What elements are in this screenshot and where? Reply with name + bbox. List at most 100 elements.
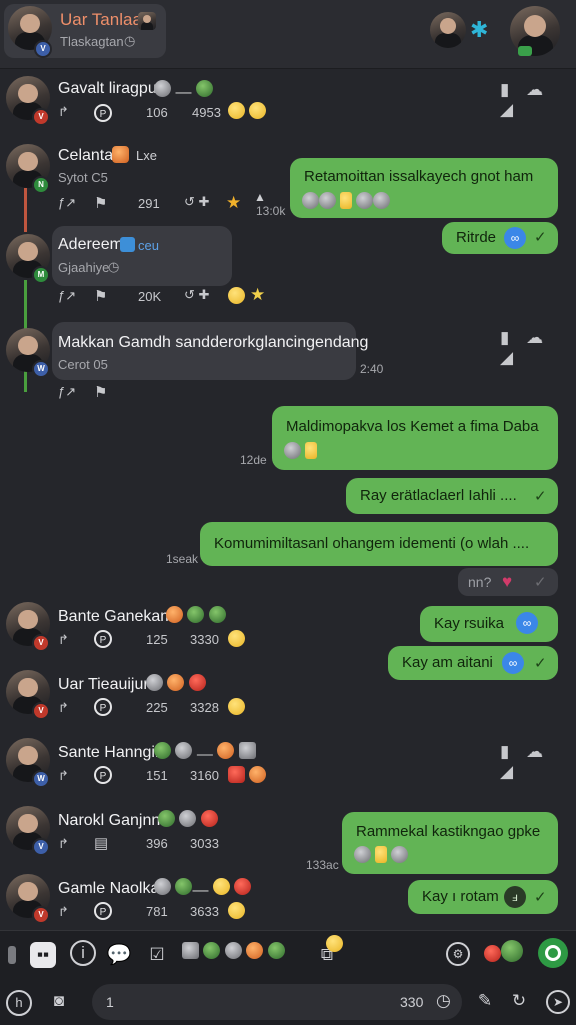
- forward-icon[interactable]: ↱: [58, 700, 69, 716]
- message-actions[interactable]: ▮ ☁ ◢: [500, 80, 576, 120]
- record-icon: [545, 945, 561, 961]
- reaction-emojis[interactable]: [228, 287, 245, 309]
- sender-name: Adereem: [58, 236, 123, 253]
- forward-icon[interactable]: ↱: [58, 632, 69, 648]
- reaction-actions[interactable]: ↺ ✚: [184, 287, 209, 303]
- outgoing-message[interactable]: Ritrde ∞ ✓: [442, 222, 558, 254]
- sender-name: Makkan Gamdh sandderorkglancingendang: [58, 334, 369, 351]
- forward-icon[interactable]: ↱: [58, 836, 69, 852]
- online-indicator: [518, 46, 532, 56]
- reaction-emojis[interactable]: [228, 698, 245, 720]
- message-time: 1seak: [166, 552, 199, 566]
- thread-line: [24, 188, 27, 232]
- forward-icon[interactable]: ↱: [58, 104, 69, 120]
- send-icon[interactable]: ➤: [546, 990, 570, 1014]
- reply-icon[interactable]: P: [94, 698, 112, 716]
- reaction-shortcut[interactable]: [484, 940, 523, 967]
- message-text: Maldimopakva los Kemet a fima Daba: [286, 418, 539, 435]
- drawer-handle[interactable]: [8, 946, 16, 964]
- wand-icon[interactable]: ✎: [472, 988, 498, 1014]
- outgoing-message[interactable]: Komumimiltasanl ohangem idementi (o wlah…: [200, 522, 558, 566]
- stat-count: 106: [146, 105, 168, 120]
- camera-icon[interactable]: ◙: [46, 988, 72, 1014]
- message-text: Rammekal kastikngao gpke: [356, 823, 541, 840]
- reply-icon[interactable]: ⚑: [94, 194, 107, 212]
- message-text: Komumimiltasanl ohangem idementi (o wlah…: [214, 535, 530, 552]
- chat-subtitle: Tlaskagtan: [60, 34, 124, 49]
- forward-icon[interactable]: ↱: [58, 768, 69, 784]
- pending-message[interactable]: nn? ♥ ✓: [458, 568, 558, 596]
- emoji-icon[interactable]: [326, 935, 343, 957]
- refresh-icon[interactable]: ↻: [506, 988, 532, 1014]
- message-actions[interactable]: ▮ ☁ ◢: [500, 742, 576, 782]
- record-button[interactable]: [538, 938, 568, 968]
- sender-name: Sante Hanngim: [58, 744, 169, 761]
- star-reaction-icon[interactable]: ★: [250, 285, 265, 305]
- reply-icon[interactable]: P: [94, 766, 112, 784]
- outgoing-message[interactable]: Ray erätlaclaerl Iahli .... ✓: [346, 478, 558, 514]
- clock-icon: ◷: [108, 259, 120, 274]
- outgoing-message[interactable]: Rammekal kastikngao gpke: [342, 812, 558, 874]
- sender-subtitle: Cerot 05: [58, 357, 108, 372]
- reaction-actions[interactable]: ↺ ✚: [184, 194, 209, 210]
- star-icon[interactable]: ✱: [470, 17, 488, 43]
- sender-badge: N: [32, 176, 50, 194]
- sender-badge: V: [32, 702, 50, 720]
- stat-total: 3633: [190, 904, 219, 919]
- stat-total: 3160: [190, 768, 219, 783]
- outgoing-message[interactable]: Kay am aitani ∞ ✓: [388, 646, 558, 680]
- input-value: 1: [106, 994, 114, 1010]
- character-counter: 330: [400, 994, 424, 1010]
- message-input[interactable]: 1 330 ◷: [92, 984, 462, 1020]
- chat-bubble-icon[interactable]: 💬: [106, 942, 132, 968]
- reaction-emojis[interactable]: [228, 766, 267, 788]
- sender-badge: W: [32, 770, 50, 788]
- participant-avatar[interactable]: [430, 12, 466, 48]
- star-reaction-icon[interactable]: ★: [226, 193, 241, 213]
- sender-name: Bante Ganekam: [58, 608, 174, 625]
- stat-count: 151: [146, 768, 168, 783]
- message-text: Kay rsuika: [434, 615, 505, 632]
- incoming-message[interactable]: [52, 226, 232, 286]
- sticker-tray[interactable]: [182, 942, 285, 964]
- message-time: 133ac: [306, 858, 339, 872]
- pointer-icon: ▲: [254, 190, 266, 204]
- calendar-check-icon[interactable]: ☑: [144, 942, 170, 968]
- reaction-emojis[interactable]: [228, 630, 245, 652]
- reply-icon[interactable]: P: [94, 902, 112, 920]
- reaction-emojis[interactable]: [228, 902, 245, 924]
- keyboard-icon[interactable]: h: [6, 990, 32, 1016]
- outgoing-message[interactable]: Kay rsuika ∞: [420, 606, 558, 642]
- message-actions[interactable]: ▮ ☁ ◢: [500, 328, 576, 368]
- sender-subtitle: Gjaahiye: [58, 260, 110, 275]
- forward-icon[interactable]: ƒ↗: [58, 195, 76, 211]
- message-emojis: [284, 442, 318, 463]
- game-icon[interactable]: ▪▪: [30, 942, 56, 968]
- stat-count: 125: [146, 632, 168, 647]
- outgoing-message[interactable]: Kay ı rotam ⅎ ✓: [408, 880, 558, 914]
- comment-icon[interactable]: ▤: [94, 834, 108, 852]
- reply-icon[interactable]: P: [94, 104, 112, 122]
- check-icon: ✓: [534, 574, 547, 591]
- info-icon[interactable]: i: [70, 940, 96, 966]
- forward-icon[interactable]: ƒ↗: [58, 288, 76, 304]
- settings-icon[interactable]: ⚙: [446, 942, 470, 966]
- reply-icon[interactable]: ⚑: [94, 383, 107, 401]
- timer-icon[interactable]: ◷: [436, 991, 451, 1011]
- stat-count: 20K: [138, 289, 162, 304]
- sender-badge: M: [32, 266, 50, 284]
- message-time: 12de: [240, 453, 267, 467]
- outgoing-message[interactable]: Retamoittan issalkayech gnot ham: [290, 158, 558, 218]
- outgoing-message[interactable]: Maldimopakva los Kemet a fima Daba: [272, 406, 558, 470]
- stat-total: 3330: [190, 632, 219, 647]
- reaction-emojis[interactable]: [228, 102, 267, 124]
- reply-icon[interactable]: ⚑: [94, 287, 107, 305]
- sender-name: Celantal: [58, 147, 117, 164]
- message-text: Ray erätlaclaerl Iahli ....: [360, 487, 517, 504]
- reply-icon[interactable]: P: [94, 630, 112, 648]
- message-text: Kay ı rotam: [422, 888, 499, 905]
- forward-icon[interactable]: ƒ↗: [58, 384, 76, 400]
- sender-name: Uar Tieauijun: [58, 676, 153, 693]
- forward-icon[interactable]: ↱: [58, 904, 69, 920]
- sender-emojis: —: [154, 742, 256, 764]
